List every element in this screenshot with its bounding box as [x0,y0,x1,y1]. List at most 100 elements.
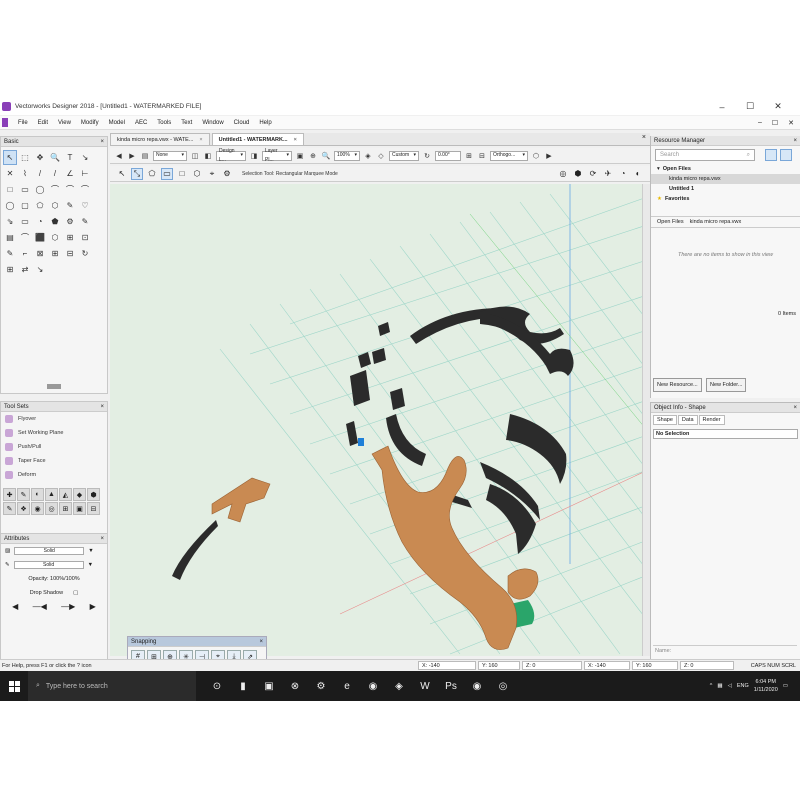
basic-tool-5[interactable]: ↘ [78,150,92,165]
close-icon[interactable]: × [100,536,104,542]
menu-model[interactable]: Model [104,120,130,126]
tree-file-kinda-micro-repa[interactable]: kinda micro repa.vwx [651,174,800,184]
close-icon[interactable]: × [793,138,797,144]
tab-render[interactable]: Render [698,415,725,425]
basic-tool-2[interactable]: ✥ [33,150,47,165]
tab-data[interactable]: Data [677,415,698,425]
basic-tool-44[interactable]: ↘ [33,262,47,277]
basic-tool-31[interactable]: ⌒ [18,230,32,245]
polygon-select-icon[interactable]: ⬠ [146,168,158,180]
arrow-line-end-icon[interactable]: —▶ [61,602,75,611]
basic-tool-35[interactable]: ⊡ [78,230,92,245]
basic-tool-20[interactable]: ⬠ [33,198,47,213]
tool-set-3-icon[interactable]: ▲ [45,488,58,501]
basic-tool-42[interactable]: ⊞ [3,262,17,277]
tree-open-files[interactable]: ▾ Open Files [651,164,800,174]
chevron-down-icon[interactable]: ▼ [88,548,93,554]
basic-tool-24[interactable]: ⇘ [3,214,17,229]
close-icon[interactable]: × [100,139,104,145]
app-icon[interactable]: ◈ [386,671,412,701]
menu-modify[interactable]: Modify [76,120,104,126]
palette-grip[interactable] [47,384,61,389]
start-button[interactable] [0,680,28,692]
vectorworks-taskbar-icon[interactable]: ◎ [490,671,516,701]
basic-tool-19[interactable]: ▢ [18,198,32,213]
basic-tool-6[interactable]: ✕ [3,166,17,181]
basic-tool-13[interactable]: ▭ [18,182,32,197]
projection-select[interactable]: Orthogo... ▾ [490,150,528,161]
word-icon[interactable]: W [412,671,438,701]
snapping-header[interactable]: Snapping × [128,637,266,647]
tool-deform[interactable]: Deform [1,468,107,482]
basic-tool-32[interactable]: ⬛ [33,230,47,245]
lighting-icon[interactable]: ◐ [632,168,644,180]
taskbar-search-box[interactable]: ⌕ Type here to search [28,671,196,701]
basic-tool-15[interactable]: ⌒ [48,182,62,197]
tool-set-6-icon[interactable]: ⬢ [87,488,100,501]
close-icon[interactable]: × [259,639,263,645]
active-class-select[interactable]: None ▾ [153,150,187,161]
tool-set-11-icon[interactable]: ⊞ [59,502,72,515]
maximize-button[interactable]: ☐ [736,101,764,112]
rotate-plan-icon[interactable]: ↻ [422,151,432,161]
tool-set-4-icon[interactable]: ◭ [59,488,72,501]
tool-set-2-icon[interactable]: ◐ [31,488,44,501]
attributes-header[interactable]: Attributes × [1,534,107,544]
doc-restore-button[interactable]: ☐ [772,119,778,127]
layer-plane-select[interactable]: Layer Pl... ▾ [262,148,292,163]
tool-set-5-icon[interactable]: ◆ [73,488,86,501]
edge-icon[interactable]: e [334,671,360,701]
tool-set-working-plane[interactable]: Set Working Plane [1,426,107,440]
zoom-fit-icon[interactable]: ⊕ [308,151,318,161]
chevron-up-icon[interactable]: ^ [710,683,713,689]
menu-help[interactable]: Help [254,120,276,126]
active-layer-select[interactable]: Design L... ▾ [216,148,246,163]
tool-set-13-icon[interactable]: ⊟ [87,502,100,515]
lasso-select-icon[interactable]: ⬡ [191,168,203,180]
tab-kinda-micro-repa[interactable]: kinda micro repa.vwx - WATE... × [110,133,210,145]
basic-tool-36[interactable]: ✎ [3,246,17,261]
render-preview-icon[interactable]: ◔ [617,168,629,180]
task-view-icon[interactable]: ⊙ [204,671,230,701]
menu-text[interactable]: Text [176,120,197,126]
basic-tool-26[interactable]: ◔ [33,214,47,229]
render-mode-icon[interactable]: ◇ [376,151,386,161]
perspective-icon[interactable]: ⬡ [531,151,541,161]
doc-minimize-button[interactable]: – [758,119,762,127]
basic-tool-25[interactable]: ▭ [18,214,32,229]
chrome-icon-2[interactable]: ◉ [464,671,490,701]
tab-shape[interactable]: Shape [653,415,677,425]
basic-tool-7[interactable]: ⌇ [18,166,32,181]
basic-tool-34[interactable]: ⊞ [63,230,77,245]
fill-style-select[interactable]: Solid [14,547,85,555]
back-icon[interactable]: ◀ [114,151,124,161]
drop-shadow-settings-icon[interactable]: ▢ [73,590,78,596]
menu-cloud[interactable]: Cloud [229,120,255,126]
standard-view-icon[interactable]: ◈ [363,151,373,161]
tab-untitled1[interactable]: Untitled1 - WATERMARK... × [211,133,304,145]
tool-set-1-icon[interactable]: ✎ [17,488,30,501]
basic-tool-23[interactable]: ♡ [78,198,92,213]
basic-palette-header[interactable]: Basic × [1,137,107,147]
clock[interactable]: 6:04 PM 1/11/2020 [754,678,778,694]
file-explorer-icon[interactable]: ▣ [256,671,282,701]
arrow-start-icon[interactable]: ◀ [12,602,18,611]
basic-tool-1[interactable]: ⬚ [18,150,32,165]
zoom-select[interactable]: 100% ▾ [334,150,360,161]
basic-tool-40[interactable]: ⊟ [63,246,77,261]
rotate-view-icon[interactable]: ⟳ [587,168,599,180]
menu-edit[interactable]: Edit [33,120,53,126]
menu-aec[interactable]: AEC [130,120,152,126]
basic-tool-9[interactable]: / [48,166,62,181]
forward-icon[interactable]: ▶ [127,151,137,161]
tool-taper-face[interactable]: Taper Face [1,454,107,468]
drop-shadow-row[interactable]: Drop Shadow ▢ [1,586,107,600]
list-view-icon[interactable] [765,149,777,161]
zoom-icon[interactable]: 🔍 [321,151,331,161]
basic-tool-0[interactable]: ↖ [3,150,17,165]
tree-favorites[interactable]: ★ Favorites [651,194,800,204]
object-name-field[interactable]: Name: [653,645,797,655]
basic-tool-17[interactable]: ⌒ [78,182,92,197]
basic-tool-27[interactable]: ⬟ [48,214,62,229]
language-indicator[interactable]: ENG [737,683,749,689]
